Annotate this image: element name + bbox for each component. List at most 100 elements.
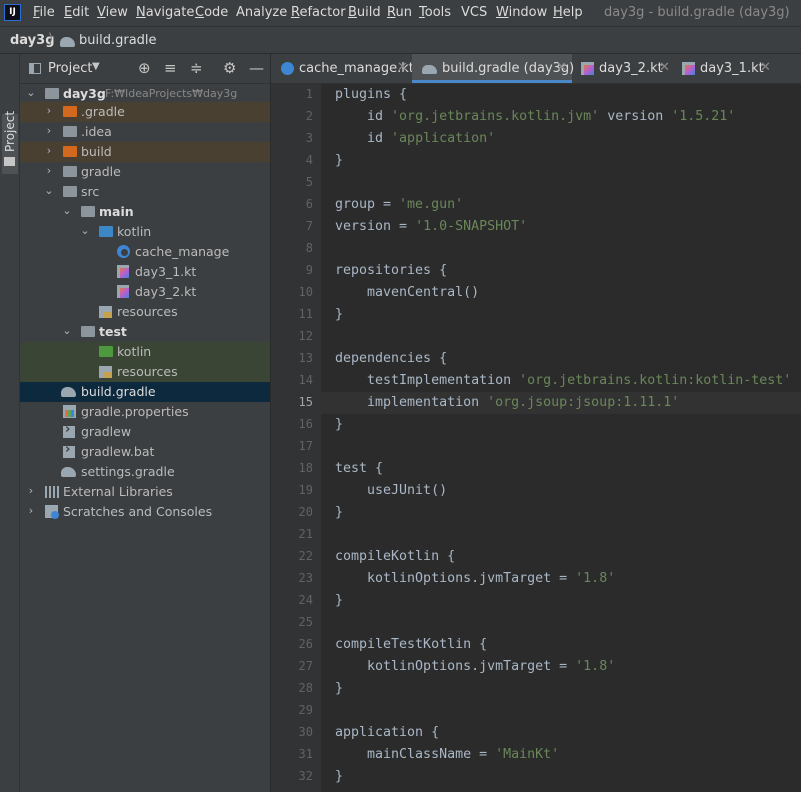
code-line[interactable]: } (321, 414, 801, 436)
chevron-right-icon[interactable]: › (25, 484, 37, 497)
code-line[interactable] (321, 436, 801, 458)
tree-item-cache-manage[interactable]: cache_manage (20, 242, 270, 262)
breadcrumb-file[interactable]: build.gradle (79, 33, 157, 48)
chevron-down-icon[interactable]: ⌄ (25, 86, 37, 99)
code-line[interactable]: repositories { (321, 260, 801, 282)
menu-refactor[interactable]: Refactor (291, 5, 346, 20)
menu-analyze[interactable]: Analyze (236, 5, 287, 20)
menu-file[interactable]: File (33, 5, 55, 20)
test-resources-folder-icon (99, 366, 112, 378)
code-line[interactable]: useJUnit() (321, 480, 801, 502)
close-icon[interactable]: ✕ (397, 60, 408, 75)
close-icon[interactable]: ✕ (659, 60, 670, 75)
expand-all-icon[interactable]: ≡ (164, 59, 177, 77)
tab-cache-manage[interactable]: cache_manage.kt ✕ (271, 54, 414, 83)
code-line[interactable]: application { (321, 722, 801, 744)
tree-item-build-gradle[interactable]: build.gradle (20, 382, 270, 402)
tree-item-kotlin-main[interactable]: ⌄ kotlin (20, 222, 270, 242)
hide-icon[interactable]: — (249, 59, 264, 77)
code-editor[interactable]: plugins { id 'org.jetbrains.kotlin.jvm' … (321, 84, 801, 792)
tree-item-day3-1[interactable]: day3_1.kt (20, 262, 270, 282)
code-line[interactable]: dependencies { (321, 348, 801, 370)
menu-run[interactable]: Run (387, 5, 412, 20)
code-line[interactable] (321, 612, 801, 634)
tree-item-src[interactable]: ⌄ src (20, 182, 270, 202)
kotlin-object-icon (281, 62, 294, 75)
code-line[interactable]: plugins { (321, 84, 801, 106)
code-line[interactable]: mavenCentral() (321, 282, 801, 304)
menu-build[interactable]: Build (348, 5, 381, 20)
code-line[interactable] (321, 238, 801, 260)
code-line[interactable] (321, 326, 801, 348)
chevron-down-icon[interactable]: ⌄ (61, 324, 73, 337)
menu-help[interactable]: Help (553, 5, 583, 20)
menu-navigate[interactable]: Navigate (136, 5, 194, 20)
chevron-right-icon[interactable]: › (43, 124, 55, 137)
chevron-right-icon[interactable]: › (25, 504, 37, 517)
tree-item-test[interactable]: ⌄ test (20, 322, 270, 342)
tree-item-gradle-properties[interactable]: gradle.properties (20, 402, 270, 422)
code-line[interactable]: } (321, 502, 801, 524)
tree-item-dot-gradle[interactable]: › .gradle (20, 102, 270, 122)
code-line[interactable]: group = 'me.gun' (321, 194, 801, 216)
chevron-right-icon[interactable]: › (43, 164, 55, 177)
chevron-right-icon[interactable]: › (43, 104, 55, 117)
menu-code[interactable]: Code (195, 5, 228, 20)
code-line[interactable] (321, 700, 801, 722)
tree-item-gradlew[interactable]: gradlew (20, 422, 270, 442)
code-line[interactable]: testImplementation 'org.jetbrains.kotlin… (321, 370, 801, 392)
locate-file-icon[interactable]: ⊕ (138, 59, 151, 77)
code-line[interactable]: } (321, 304, 801, 326)
code-line[interactable]: kotlinOptions.jvmTarget = '1.8' (321, 568, 801, 590)
tree-item-build[interactable]: › build (20, 142, 270, 162)
tree-item-dot-idea[interactable]: › .idea (20, 122, 270, 142)
editor-tabs: cache_manage.kt ✕ build.gradle (day3g) ✕… (271, 54, 801, 84)
line-number-gutter[interactable]: 1 2 3 4 5 6 7 8 9 10 11 12 13 14 15 16 17 18 19 20 21 22 23 24 2… (271, 84, 334, 792)
code-line[interactable]: test { (321, 458, 801, 480)
tree-item-resources-main[interactable]: resources (20, 302, 270, 322)
tree-item-settings-gradle[interactable]: settings.gradle (20, 462, 270, 482)
code-line[interactable]: } (321, 766, 801, 788)
chevron-down-icon[interactable]: ⌄ (79, 224, 91, 237)
menu-vcs[interactable]: VCS (461, 5, 487, 20)
tree-item-gradlew-bat[interactable]: gradlew.bat (20, 442, 270, 462)
code-line[interactable]: id 'application' (321, 128, 801, 150)
code-line[interactable]: compileTestKotlin { (321, 634, 801, 656)
tree-item-external-libraries[interactable]: › External Libraries (20, 482, 270, 502)
tab-build-gradle[interactable]: build.gradle (day3g) ✕ (412, 54, 574, 83)
project-view-selector[interactable]: Project (48, 61, 92, 76)
code-line[interactable]: } (321, 678, 801, 700)
code-line[interactable] (321, 524, 801, 546)
menu-window[interactable]: Window (496, 5, 547, 20)
close-icon[interactable]: ✕ (760, 60, 771, 75)
chevron-down-icon[interactable]: ⌄ (43, 184, 55, 197)
chevron-down-icon[interactable]: ⌄ (61, 204, 73, 217)
close-icon[interactable]: ✕ (556, 60, 567, 75)
tree-item-gradle[interactable]: › gradle (20, 162, 270, 182)
code-line[interactable]: mainClassName = 'MainKt' (321, 744, 801, 766)
code-line[interactable]: implementation 'org.jsoup:jsoup:1.11.1' (321, 392, 801, 414)
menu-tools[interactable]: Tools (419, 5, 451, 20)
chevron-down-icon[interactable]: ▼ (92, 61, 100, 72)
tab-day3-2[interactable]: day3_2.kt ✕ (573, 54, 673, 83)
tree-item-scratches[interactable]: › Scratches and Consoles (20, 502, 270, 522)
code-line[interactable]: kotlinOptions.jvmTarget = '1.8' (321, 656, 801, 678)
code-line[interactable]: compileKotlin { (321, 546, 801, 568)
tree-item-day3g[interactable]: ⌄ day3g F:₩IdeaProjects₩day3g (20, 84, 270, 104)
tree-item-kotlin-test[interactable]: kotlin (20, 342, 270, 362)
code-line[interactable]: version = '1.0-SNAPSHOT' (321, 216, 801, 238)
collapse-all-icon[interactable]: ≑ (190, 59, 203, 77)
tree-item-main[interactable]: ⌄ main (20, 202, 270, 222)
menu-edit[interactable]: Edit (64, 5, 89, 20)
menu-view[interactable]: View (97, 5, 128, 20)
code-line[interactable] (321, 172, 801, 194)
chevron-right-icon[interactable]: › (43, 144, 55, 157)
code-line[interactable]: } (321, 150, 801, 172)
code-line[interactable]: } (321, 590, 801, 612)
tab-day3-1[interactable]: day3_1.kt ✕ (674, 54, 784, 83)
window-title: day3g - build.gradle (day3g) (604, 5, 790, 20)
tree-item-day3-2[interactable]: day3_2.kt (20, 282, 270, 302)
tree-item-resources-test[interactable]: resources (20, 362, 270, 382)
code-line[interactable]: id 'org.jetbrains.kotlin.jvm' version '1… (321, 106, 801, 128)
gear-icon[interactable]: ⚙ (223, 59, 236, 77)
